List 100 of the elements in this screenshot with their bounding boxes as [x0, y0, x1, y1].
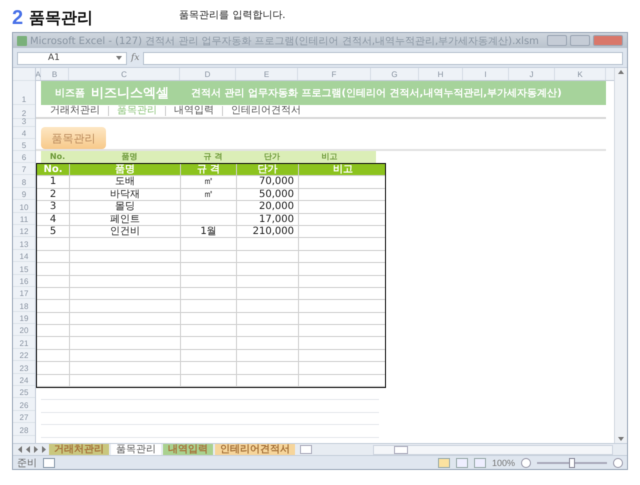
row-number: 12	[13, 224, 35, 238]
table-cell: 210,000	[237, 226, 299, 238]
column-letter: D	[180, 68, 236, 80]
nav-link[interactable]: 거래처관리	[50, 106, 108, 116]
row-number: 22	[13, 348, 35, 362]
vertical-scrollbar[interactable]	[614, 68, 627, 443]
function-icon[interactable]: fx	[131, 53, 140, 63]
column-letter: E	[236, 68, 298, 80]
sheet-tab[interactable]: 인테리어견적서	[215, 444, 295, 456]
banner-title: 견적서 관리 업무자동화 프로그램(인테리어 견적서,내역누적관리,부가세자동계산)	[191, 87, 562, 100]
table-cell: 50,000	[237, 188, 299, 200]
maximize-button[interactable]	[570, 35, 590, 46]
nav-link[interactable]: 인테리어견적서	[222, 106, 309, 116]
table-cell: 3	[37, 201, 70, 213]
table-cell: 70,000	[237, 176, 299, 188]
sheet-tab[interactable]: 거래처관리	[49, 444, 109, 456]
faded-header-label: 단가	[263, 151, 281, 163]
nav-link[interactable]: 품목관리	[108, 106, 165, 116]
sheet-tab[interactable]: 품목관리	[111, 444, 161, 456]
row-number: 18	[13, 299, 35, 312]
name-box[interactable]: A1	[17, 52, 127, 64]
row-number: 6	[13, 151, 35, 163]
row-number: 2	[13, 105, 35, 119]
column-header: 단가	[237, 164, 299, 176]
table-cell: ㎡	[181, 176, 237, 188]
row-number: 27	[13, 410, 35, 424]
status-text: 준비	[17, 456, 37, 470]
zoom-in-icon[interactable]	[613, 458, 623, 468]
row-number: 14	[13, 250, 35, 262]
table-cell: 2	[37, 188, 70, 200]
row-number: 10	[13, 200, 35, 213]
table-cell: 페인트	[70, 214, 181, 225]
scroll-down-icon[interactable]	[618, 437, 624, 441]
nav-link[interactable]: 내역입력	[165, 106, 222, 116]
row-number: 17	[13, 286, 35, 300]
row-number: 26	[13, 398, 35, 411]
brand-name: 비즈니스엑셀	[91, 85, 169, 102]
page-break-icon[interactable]	[474, 458, 486, 468]
table-cell: ㎡	[181, 188, 237, 200]
column-letter: K	[555, 68, 606, 80]
row-number: 28	[13, 423, 35, 436]
row-number: 5	[13, 139, 35, 151]
table-cell: 1월	[181, 226, 237, 238]
table-cell: 17,000	[237, 214, 299, 225]
row-number: 3	[13, 119, 35, 127]
row-number: 24	[13, 374, 35, 386]
page-layout-icon[interactable]	[456, 458, 468, 468]
macro-record-icon[interactable]	[43, 458, 55, 468]
row-number: 8	[13, 175, 35, 188]
zoom-out-icon[interactable]	[521, 458, 531, 468]
table-cell: 인건비	[70, 226, 181, 238]
column-letter: G	[371, 68, 419, 80]
caret-icon[interactable]	[116, 56, 122, 60]
row-number: 1	[13, 81, 35, 105]
faded-header-label: 비고	[320, 151, 338, 163]
excel-icon	[17, 36, 27, 46]
row-number: 16	[13, 274, 35, 287]
column-letter: H	[419, 68, 463, 80]
horizontal-scrollbar[interactable]	[373, 444, 613, 454]
scroll-up-icon[interactable]	[618, 70, 624, 74]
column-letter: B	[41, 68, 69, 80]
column-letter: I	[463, 68, 509, 80]
column-header: 규 격	[181, 164, 237, 176]
row-number: 19	[13, 312, 35, 324]
row-number: 7	[13, 163, 35, 176]
row-number: 4	[13, 127, 35, 139]
column-letter: J	[509, 68, 555, 80]
row-number: 25	[13, 386, 35, 398]
faded-header-label: 규 격	[202, 151, 224, 163]
table-cell: 5	[37, 226, 70, 238]
column-header: 비고	[332, 164, 354, 176]
row-number: 15	[13, 262, 35, 275]
minimize-button[interactable]	[547, 35, 567, 46]
section-button[interactable]: 품목관리	[41, 127, 106, 149]
section-number: 2	[12, 6, 24, 30]
table-cell: 20,000	[237, 201, 299, 213]
table-cell: 도배	[70, 176, 181, 188]
normal-view-icon[interactable]	[438, 458, 450, 468]
brand-small: 비즈폼	[55, 87, 85, 100]
row-number: 20	[13, 324, 35, 336]
zoom-level: 100%	[492, 458, 515, 468]
faded-header-label: 품명	[120, 151, 138, 163]
row-number: 11	[13, 212, 35, 225]
table-cell: 몰딩	[70, 201, 181, 213]
section-description: 품목관리를 입력합니다.	[179, 9, 286, 22]
table-cell: 4	[37, 214, 70, 225]
column-header: 품명	[70, 164, 181, 176]
column-letter: F	[298, 68, 371, 80]
faded-header-label: No.	[48, 151, 66, 163]
column-header: No.	[37, 164, 70, 176]
formula-field[interactable]	[143, 52, 623, 64]
table-cell: 1	[37, 176, 70, 188]
table-cell: 바닥재	[70, 188, 181, 200]
new-sheet-icon[interactable]	[300, 445, 312, 454]
zoom-thumb[interactable]	[569, 458, 575, 468]
row-number: 23	[13, 361, 35, 374]
sheet-tab[interactable]: 내역입력	[163, 444, 213, 456]
column-letter: C	[69, 68, 180, 80]
row-number: 13	[13, 237, 35, 250]
row-number: 9	[13, 188, 35, 200]
